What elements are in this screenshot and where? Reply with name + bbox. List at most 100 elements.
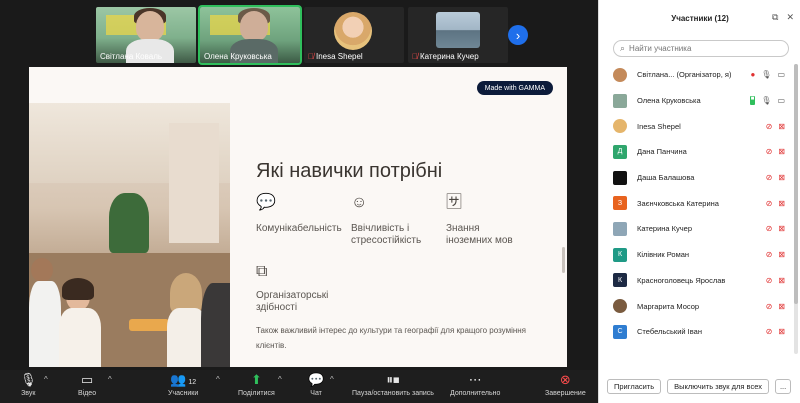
mic-muted-icon[interactable]: ⊘: [766, 173, 773, 182]
scrollbar-thumb[interactable]: [794, 64, 798, 304]
participant-row[interactable]: С Стебельський Іван ⊘ ⊠: [599, 319, 793, 345]
next-page-button[interactable]: ›: [508, 25, 528, 45]
participant-avatar: Д: [613, 144, 627, 159]
mic-muted-icon[interactable]: ⊘: [766, 224, 773, 233]
thumb-name: Світлана Коваль: [100, 52, 162, 61]
close-icon[interactable]: ✕: [786, 12, 794, 23]
thumb-name-text: Inesa Shepel: [316, 52, 363, 61]
participant-avatar: З: [613, 196, 627, 211]
person-face: [240, 11, 268, 41]
more-label: Дополнительно: [450, 390, 501, 397]
microphone-icon[interactable]: 🎙: [761, 96, 771, 105]
participant-row[interactable]: Світлана... (Організатор, я) ● 🎙 ▭: [599, 62, 793, 88]
recording-icon: ●: [750, 70, 756, 80]
camera-off-icon[interactable]: ⊠: [778, 199, 785, 208]
video-thumb-4[interactable]: 🎙̸ Катерина Кучер: [408, 7, 508, 63]
organize-icon: ⧉: [256, 263, 268, 280]
participant-avatar: С: [613, 324, 627, 339]
video-thumbnail-strip: Світлана Коваль Олена Круковська 🎙̸ Inesa…: [96, 5, 508, 65]
video-options-caret[interactable]: ^: [108, 375, 112, 384]
mic-muted-icon[interactable]: ⊘: [766, 122, 773, 131]
badge-text: Made with GAMMA: [484, 84, 545, 92]
camera-off-icon[interactable]: ⊠: [778, 224, 785, 233]
people-icon: 👥 12: [170, 372, 197, 387]
camera-off-icon[interactable]: ⊠: [778, 147, 785, 156]
mic-muted-icon[interactable]: ⊘: [766, 199, 773, 208]
chat-button[interactable]: 💬 Чат: [308, 372, 324, 397]
participant-row[interactable]: Д Дана Панчина ⊘ ⊠: [599, 139, 793, 165]
translate-icon: 🈂: [446, 194, 463, 211]
camera-icon[interactable]: ▭: [777, 70, 785, 79]
search-input[interactable]: [629, 44, 780, 53]
made-with-badge[interactable]: Made with GAMMA: [476, 81, 553, 95]
participant-row[interactable]: Олена Круковська ■ 🎙 ▭: [599, 88, 793, 114]
mic-muted-icon[interactable]: ⊘: [766, 250, 773, 259]
record-button[interactable]: ⏸⏹ Пауза/остановить запись: [352, 372, 434, 397]
record-label: Пауза/остановить запись: [352, 390, 434, 397]
skill-organization: Організаторські здібності: [256, 290, 329, 313]
video-thumb-2[interactable]: Олена Круковська: [198, 5, 302, 65]
more-options-button[interactable]: ...: [774, 378, 792, 394]
share-label: Поділитися: [238, 390, 275, 397]
share-button[interactable]: ⬆ Поділитися: [238, 372, 275, 397]
participant-status: ⊘ ⊠: [766, 147, 785, 156]
camera-off-icon[interactable]: ⊠: [778, 250, 785, 259]
participant-row[interactable]: Даша Балашова ⊘ ⊠: [599, 165, 793, 191]
camera-icon[interactable]: ▭: [777, 96, 785, 105]
mic-muted-icon[interactable]: ⊘: [766, 147, 773, 156]
participants-button[interactable]: 👥 12 Учасники: [168, 372, 198, 397]
smile-icon: ☺: [351, 194, 368, 211]
camera-off-icon[interactable]: ⊠: [778, 173, 785, 182]
more-button[interactable]: ⋯ Дополнительно: [450, 372, 500, 397]
participant-row[interactable]: Маргарита Мосор ⊘ ⊠: [599, 293, 793, 319]
skill-languages: Знання іноземних мов: [446, 223, 513, 246]
pop-out-icon[interactable]: ⧉: [772, 12, 778, 23]
video-thumb-1[interactable]: Світлана Коваль: [96, 7, 196, 63]
video-thumb-3[interactable]: 🎙̸ Inesa Shepel: [304, 7, 404, 63]
mic-button[interactable]: 🎙 Звук: [20, 372, 37, 397]
participant-search[interactable]: ⌕: [613, 40, 789, 57]
camera-off-icon[interactable]: ⊠: [778, 122, 785, 131]
participant-row[interactable]: К Кілівник Роман ⊘ ⊠: [599, 242, 793, 268]
camera-off-icon[interactable]: ⊠: [778, 327, 785, 336]
thumb-name: 🎙̸ Inesa Shepel: [308, 52, 363, 61]
mic-muted-icon[interactable]: ⊘: [766, 327, 773, 336]
video-button[interactable]: ▭ Відео: [78, 372, 96, 397]
participant-name: Маргарита Мосор: [637, 301, 700, 311]
thumb-name-text: Олена Круковська: [204, 52, 272, 61]
participant-status: ⊘ ⊠: [766, 224, 785, 233]
participant-status: ⊘ ⊠: [766, 122, 785, 131]
invite-button[interactable]: Пригласить: [607, 378, 662, 394]
mic-muted-icon[interactable]: ⊘: [766, 302, 773, 311]
chevron-right-icon: ›: [515, 27, 521, 43]
thumb-name-text: Світлана Коваль: [100, 52, 163, 61]
chat-icon: 💬: [308, 372, 325, 387]
camera-off-icon[interactable]: ⊠: [778, 302, 785, 311]
mic-options-caret[interactable]: ^: [44, 375, 48, 384]
participants-label: Учасники: [168, 390, 199, 397]
participants-panel: Участники (12) ⧉ ✕ ⌕ Світлана... (Органі…: [598, 0, 800, 403]
participant-row[interactable]: З Заєнчковська Катерина ⊘ ⊠: [599, 190, 793, 216]
share-options-caret[interactable]: ^: [278, 375, 282, 384]
panel-scrollbar[interactable]: [794, 64, 798, 354]
participants-options-caret[interactable]: ^: [216, 375, 220, 384]
participant-row[interactable]: Катерина Кучер ⊘ ⊠: [599, 216, 793, 242]
participant-status: ⊘ ⊠: [766, 173, 785, 182]
participant-name: Даша Балашова: [637, 173, 695, 183]
microphone-icon[interactable]: 🎙: [761, 70, 771, 79]
participant-row[interactable]: Inesa Shepel ⊘ ⊠: [599, 113, 793, 139]
pause-stop-icon: ⏸⏹: [386, 372, 400, 387]
participant-avatar: [613, 299, 627, 314]
chat-label: Чат: [310, 390, 322, 397]
end-meeting-button[interactable]: ⊗ Завершение: [545, 372, 586, 397]
camera-off-icon[interactable]: ⊠: [778, 276, 785, 285]
slide-footer-text: Також важливий інтерес до культури та ге…: [256, 326, 527, 350]
chat-options-caret[interactable]: ^: [330, 375, 334, 384]
participant-status: ⊘ ⊠: [766, 327, 785, 336]
participant-row[interactable]: К Красноголовець Ярослав ⊘ ⊠: [599, 268, 793, 294]
slide-scrollbar[interactable]: [562, 247, 565, 273]
participant-status: ⊘ ⊠: [766, 199, 785, 208]
person-face: [136, 11, 164, 41]
mute-all-button[interactable]: Выключить звук для всех: [667, 378, 769, 394]
mic-muted-icon[interactable]: ⊘: [766, 276, 773, 285]
